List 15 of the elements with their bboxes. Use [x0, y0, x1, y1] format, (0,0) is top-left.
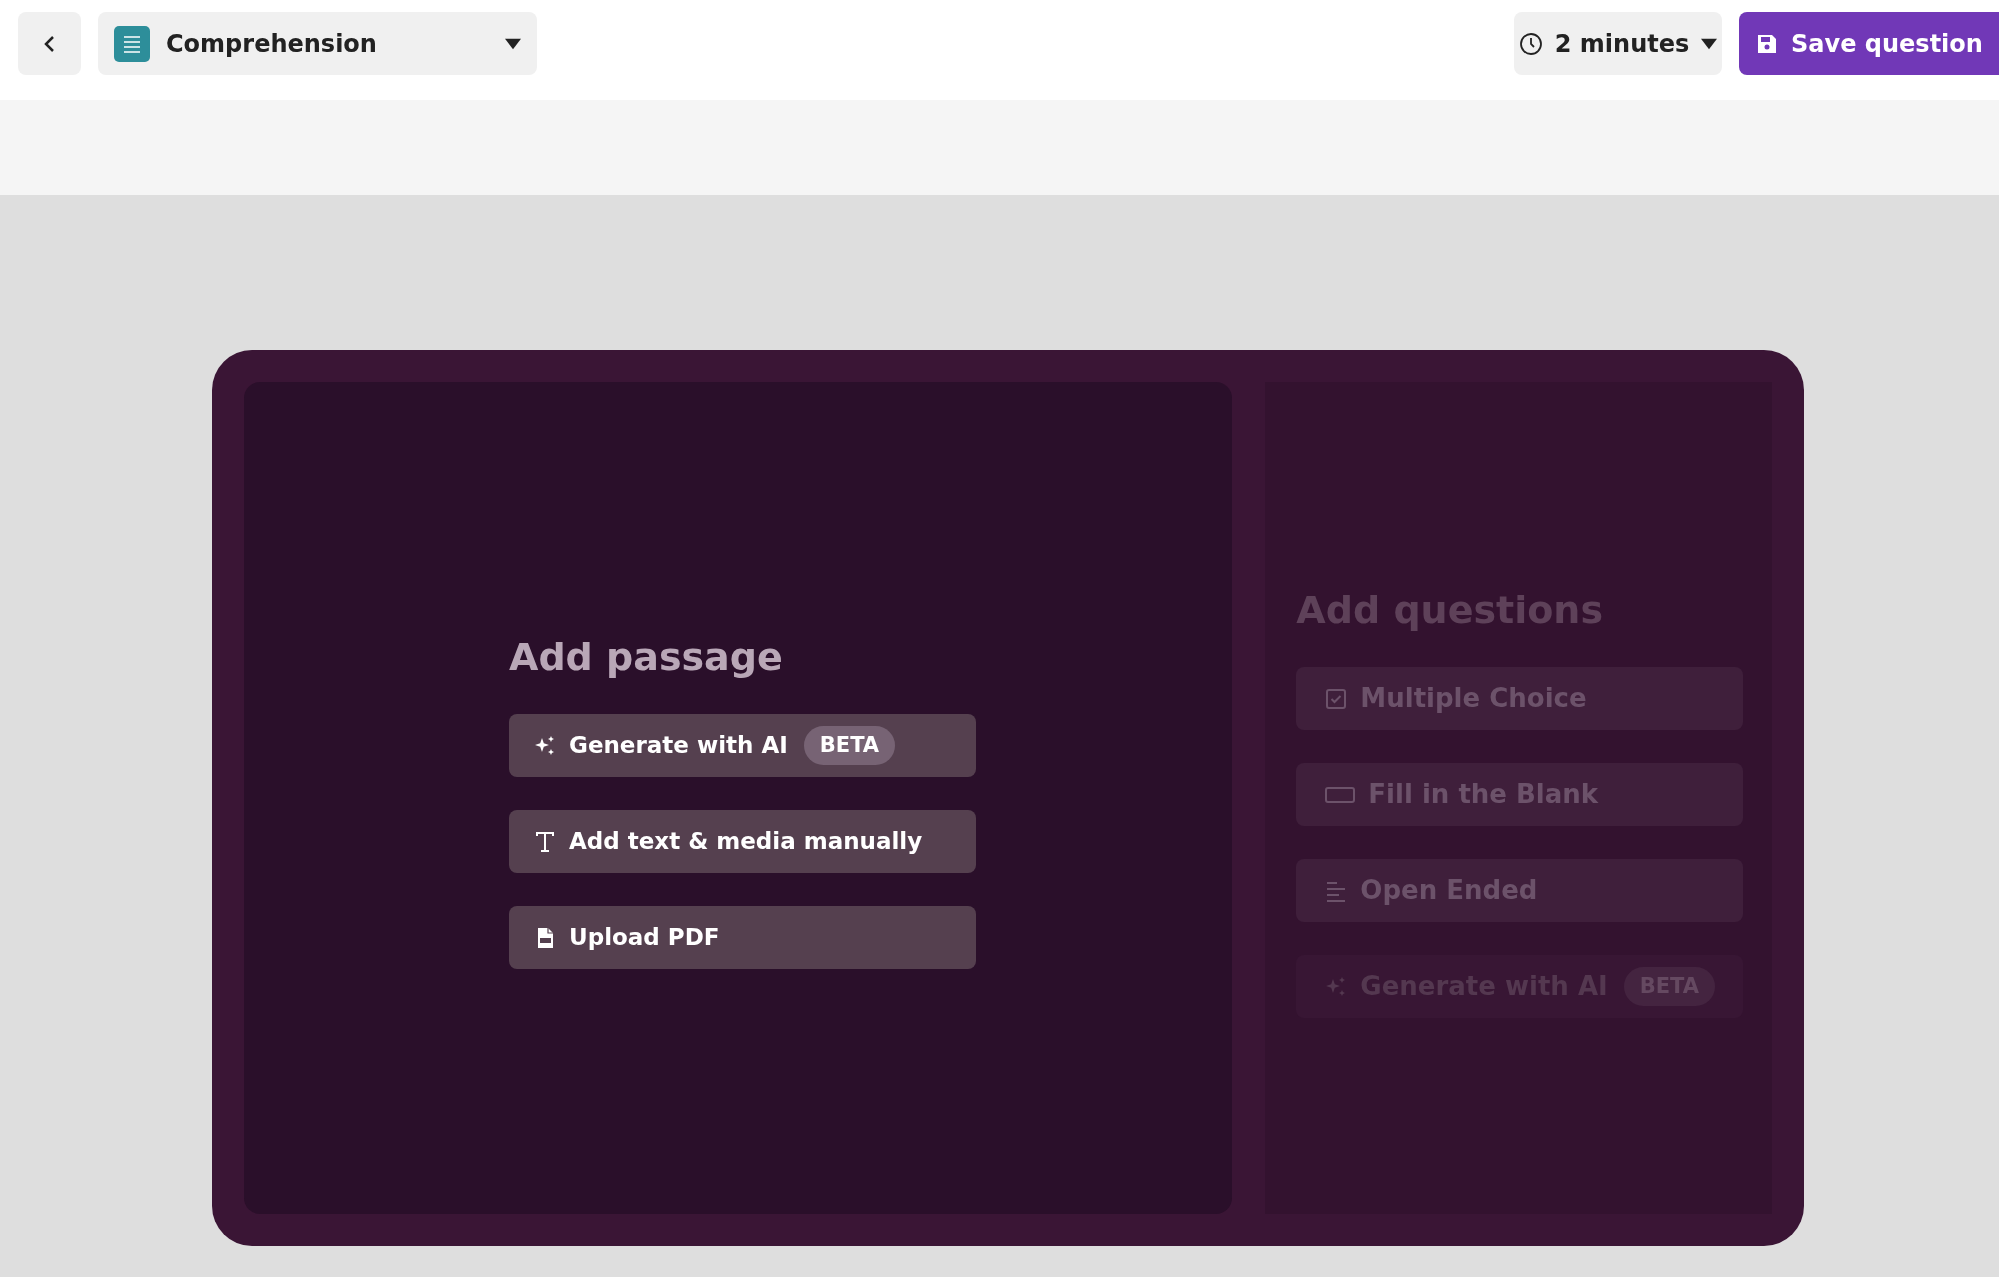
text-icon	[533, 829, 557, 854]
back-button[interactable]	[18, 12, 81, 75]
beta-badge: BETA	[803, 725, 896, 766]
caret-icon	[505, 37, 521, 50]
timer-dropdown[interactable]: 2 minutes	[1514, 12, 1722, 75]
clock-icon	[1518, 31, 1543, 56]
list-icon	[114, 25, 150, 62]
caret-icon	[1701, 37, 1718, 50]
passage-option-button[interactable]: Upload PDF	[509, 906, 976, 969]
question-type-dropdown[interactable]: Comprehension	[98, 12, 537, 75]
checkbox-icon	[1324, 686, 1349, 711]
passage-heading: Add passage	[509, 634, 784, 681]
save-question-button[interactable]: Save question	[1739, 12, 1999, 75]
passage-option-button[interactable]: Add text & media manually	[509, 810, 976, 873]
passage-option-button[interactable]: Generate with AI BETA	[509, 714, 976, 777]
